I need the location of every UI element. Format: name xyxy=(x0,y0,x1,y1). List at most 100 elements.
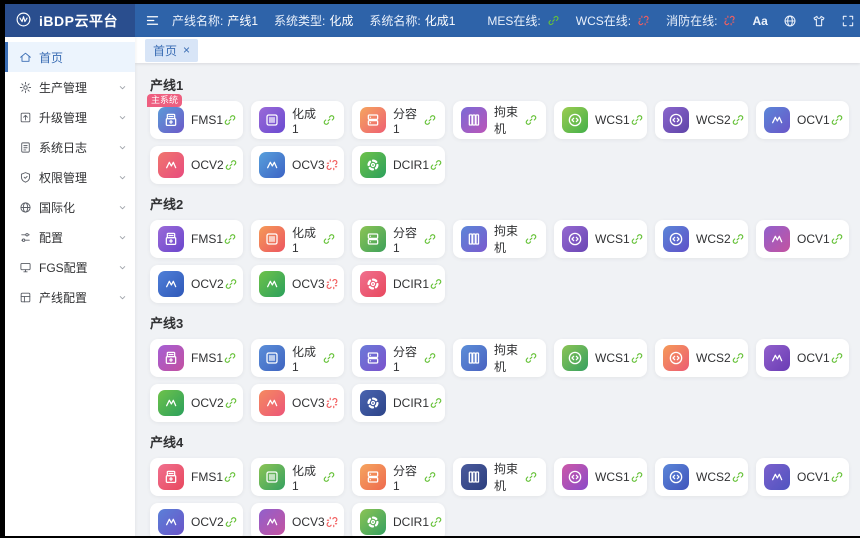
app-card-OCV3[interactable]: OCV3 xyxy=(251,265,344,303)
link-icon[interactable] xyxy=(630,232,644,246)
language-icon[interactable] xyxy=(783,14,797,28)
app-card-分容1[interactable]: 分容1 xyxy=(352,101,445,139)
link-icon[interactable] xyxy=(830,351,844,365)
app-card-OCV3[interactable]: OCV3 xyxy=(251,503,344,536)
fullscreen-icon[interactable] xyxy=(841,14,855,28)
app-card-FMS1[interactable]: FMS1 xyxy=(150,458,243,496)
sidebar-item-生产管理[interactable]: 生产管理 xyxy=(5,72,135,102)
link-icon[interactable] xyxy=(524,113,538,127)
link-broken-icon[interactable] xyxy=(325,277,339,291)
sidebar-item-FGS配置[interactable]: FGS配置 xyxy=(5,252,135,282)
link-icon[interactable] xyxy=(423,113,437,127)
link-icon[interactable] xyxy=(524,470,538,484)
app-card-OCV2[interactable]: OCV2 xyxy=(150,503,243,536)
sidebar-item-国际化[interactable]: 国际化 xyxy=(5,192,135,222)
link-icon[interactable] xyxy=(322,113,336,127)
app-card-DCIR1[interactable]: DCIR1 xyxy=(352,384,445,422)
app-card-OCV2[interactable]: OCV2 xyxy=(150,384,243,422)
link-icon[interactable] xyxy=(630,113,644,127)
app-card-化成1[interactable]: 化成1 xyxy=(251,458,344,496)
app-card-WCS1[interactable]: WCS1 xyxy=(554,220,647,258)
link-icon[interactable] xyxy=(423,470,437,484)
sidebar-item-权限管理[interactable]: 权限管理 xyxy=(5,162,135,192)
app-card-OCV3[interactable]: OCV3 xyxy=(251,146,344,184)
wave-icon xyxy=(158,509,184,535)
card-label: WCS2 xyxy=(696,470,731,484)
app-card-DCIR1[interactable]: DCIR1 xyxy=(352,265,445,303)
app-card-WCS1[interactable]: WCS1 xyxy=(554,101,647,139)
link-icon[interactable] xyxy=(223,470,237,484)
close-tab-icon[interactable]: × xyxy=(183,45,190,55)
app-card-DCIR1[interactable]: DCIR1 xyxy=(352,503,445,536)
link-icon[interactable] xyxy=(224,277,238,291)
link-icon[interactable] xyxy=(223,113,237,127)
app-card-拘束机[interactable]: 拘束机 xyxy=(453,220,546,258)
sidebar-item-产线配置[interactable]: 产线配置 xyxy=(5,282,135,312)
link-icon[interactable] xyxy=(322,351,336,365)
link-icon[interactable] xyxy=(322,470,336,484)
link-icon[interactable] xyxy=(630,470,644,484)
link-icon[interactable] xyxy=(524,232,538,246)
app-card-拘束机[interactable]: 拘束机 xyxy=(453,458,546,496)
link-icon[interactable] xyxy=(731,351,745,365)
link-icon[interactable] xyxy=(429,277,443,291)
link-icon[interactable] xyxy=(731,113,745,127)
app-card-OCV3[interactable]: OCV3 xyxy=(251,384,344,422)
app-card-拘束机[interactable]: 拘束机 xyxy=(453,339,546,377)
link-broken-icon[interactable] xyxy=(325,515,339,529)
app-card-WCS2[interactable]: WCS2 xyxy=(655,101,748,139)
link-icon[interactable] xyxy=(830,470,844,484)
tab-home[interactable]: 首页 × xyxy=(145,39,198,62)
app-card-WCS1[interactable]: WCS1 xyxy=(554,339,647,377)
link-broken-icon xyxy=(637,14,650,27)
link-broken-icon[interactable] xyxy=(325,158,339,172)
link-icon[interactable] xyxy=(731,232,745,246)
app-card-化成1[interactable]: 化成1 xyxy=(251,220,344,258)
app-card-OCV2[interactable]: OCV2 xyxy=(150,146,243,184)
theme-icon[interactable] xyxy=(812,14,826,28)
link-icon[interactable] xyxy=(524,351,538,365)
app-card-WCS2[interactable]: WCS2 xyxy=(655,220,748,258)
app-card-分容1[interactable]: 分容1 xyxy=(352,220,445,258)
app-card-OCV2[interactable]: OCV2 xyxy=(150,265,243,303)
link-icon[interactable] xyxy=(429,158,443,172)
link-icon[interactable] xyxy=(429,515,443,529)
app-card-WCS1[interactable]: WCS1 xyxy=(554,458,647,496)
app-card-OCV1[interactable]: OCV1 xyxy=(756,220,849,258)
app-card-OCV1[interactable]: OCV1 xyxy=(756,339,849,377)
link-icon[interactable] xyxy=(223,232,237,246)
sidebar-item-首页[interactable]: 首页 xyxy=(5,42,135,72)
link-icon[interactable] xyxy=(423,232,437,246)
link-icon[interactable] xyxy=(224,515,238,529)
app-card-WCS2[interactable]: WCS2 xyxy=(655,339,748,377)
app-card-分容1[interactable]: 分容1 xyxy=(352,458,445,496)
app-card-OCV1[interactable]: OCV1 xyxy=(756,101,849,139)
collapse-sidebar-icon[interactable] xyxy=(145,13,160,28)
app-card-FMS1[interactable]: 主系统FMS1 xyxy=(150,101,243,139)
app-card-OCV1[interactable]: OCV1 xyxy=(756,458,849,496)
link-icon[interactable] xyxy=(830,113,844,127)
link-icon[interactable] xyxy=(322,232,336,246)
link-icon[interactable] xyxy=(224,396,238,410)
app-card-拘束机[interactable]: 拘束机 xyxy=(453,101,546,139)
app-card-化成1[interactable]: 化成1 xyxy=(251,101,344,139)
app-card-分容1[interactable]: 分容1 xyxy=(352,339,445,377)
sidebar-item-系统日志[interactable]: 系统日志 xyxy=(5,132,135,162)
app-card-WCS2[interactable]: WCS2 xyxy=(655,458,748,496)
app-card-DCIR1[interactable]: DCIR1 xyxy=(352,146,445,184)
app-card-化成1[interactable]: 化成1 xyxy=(251,339,344,377)
app-card-FMS1[interactable]: FMS1 xyxy=(150,220,243,258)
link-icon[interactable] xyxy=(630,351,644,365)
link-icon[interactable] xyxy=(731,470,745,484)
app-card-FMS1[interactable]: FMS1 xyxy=(150,339,243,377)
link-broken-icon[interactable] xyxy=(325,396,339,410)
sidebar-item-配置[interactable]: 配置 xyxy=(5,222,135,252)
link-icon[interactable] xyxy=(224,158,238,172)
link-icon[interactable] xyxy=(830,232,844,246)
books-icon xyxy=(461,226,487,252)
link-icon[interactable] xyxy=(423,351,437,365)
link-icon[interactable] xyxy=(429,396,443,410)
font-size-icon[interactable]: Aa xyxy=(752,14,767,28)
sidebar-item-升级管理[interactable]: 升级管理 xyxy=(5,102,135,132)
link-icon[interactable] xyxy=(223,351,237,365)
